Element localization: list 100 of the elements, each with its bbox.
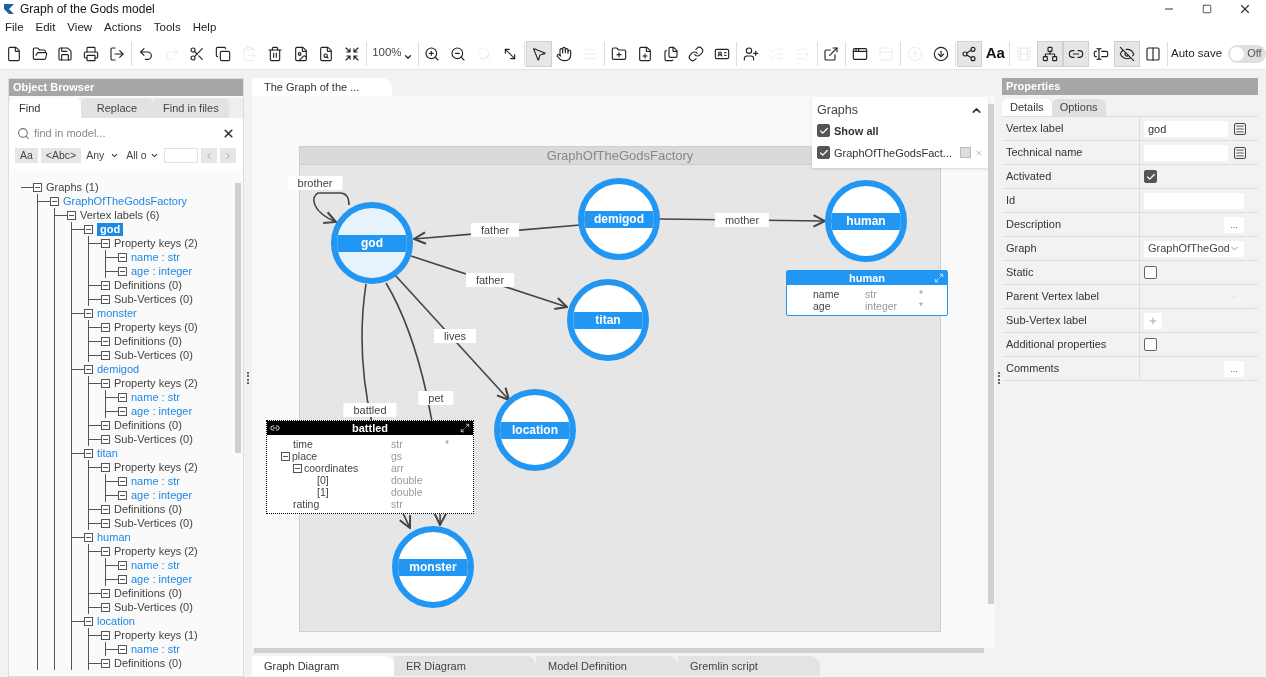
auto-save-toggle[interactable]: Off (1228, 44, 1266, 63)
menu-item[interactable]: Edit (35, 19, 56, 37)
tab[interactable]: ER Diagram (394, 656, 536, 676)
link-button[interactable] (1062, 40, 1089, 67)
tree-item[interactable]: Property keys (2) (114, 376, 198, 390)
tab[interactable]: Find in files (153, 98, 229, 118)
collapse-icon[interactable] (50, 196, 59, 206)
collapse-icon[interactable] (101, 378, 110, 388)
collapse-icon[interactable] (84, 364, 93, 374)
collapse-icon[interactable] (101, 658, 110, 668)
tree-item[interactable]: Sub-Vertices (0) (114, 516, 193, 530)
collapse-icon[interactable] (118, 490, 127, 500)
collapse-icon[interactable] (84, 308, 93, 318)
color-swatch[interactable] (960, 147, 972, 159)
collapse-icon[interactable] (84, 448, 93, 458)
tree-item[interactable]: name : str (131, 390, 180, 404)
tab[interactable]: Gremlin script (678, 656, 820, 676)
collapse-icon[interactable] (101, 280, 110, 290)
tab[interactable]: Replace (81, 98, 153, 118)
tab[interactable]: Find (9, 98, 81, 118)
tree-item[interactable]: Definitions (0) (114, 502, 182, 516)
tree-item[interactable]: titan (97, 446, 118, 460)
tree-item[interactable]: Graphs (1) (46, 180, 99, 194)
tree-item[interactable]: name : str (131, 474, 180, 488)
collapse-icon[interactable] (101, 630, 110, 640)
collapse-icon[interactable] (67, 210, 76, 220)
tree-item[interactable]: Definitions (0) (114, 278, 182, 292)
menu-item[interactable]: Tools (153, 19, 181, 37)
tree-item[interactable]: Sub-Vertices (0) (114, 600, 193, 614)
menu-icon[interactable] (1234, 146, 1246, 159)
scrollbar[interactable] (254, 648, 984, 653)
tree-item[interactable]: demigod (97, 362, 140, 376)
tab[interactable]: Model Definition (536, 656, 678, 676)
checkbox[interactable] (817, 146, 830, 160)
more-button[interactable]: ... (1224, 360, 1244, 377)
eye-off-button[interactable] (1114, 40, 1141, 67)
tree-item[interactable]: god (97, 222, 124, 236)
tree-item[interactable]: name : str (131, 250, 180, 264)
match-toggle[interactable]: Aa (15, 148, 38, 163)
more-button[interactable]: ... (1224, 216, 1244, 233)
tree-item[interactable]: GraphOfTheGodsFactory (63, 194, 188, 208)
collapse-icon[interactable] (101, 294, 110, 304)
tab[interactable]: Details (1002, 99, 1052, 116)
tree-item[interactable]: Sub-Vertices (0) (114, 292, 193, 306)
document-tab[interactable]: The Graph of the ... (252, 78, 392, 96)
collapse-icon[interactable] (101, 504, 110, 514)
menu-icon[interactable] (1234, 122, 1246, 135)
collapse-icon[interactable] (101, 434, 110, 444)
tree-item[interactable]: Sub-Vertices (0) (114, 432, 193, 446)
collapse-icon[interactable] (84, 224, 93, 234)
tree-item[interactable]: Property keys (1) (114, 628, 198, 642)
tree-item[interactable]: age : integer (131, 404, 193, 418)
collapse-icon[interactable] (118, 476, 127, 486)
checkbox[interactable] (1144, 338, 1157, 351)
tree-item[interactable]: Definitions (0) (114, 586, 182, 600)
edge-line[interactable] (312, 192, 350, 224)
tab[interactable]: Graph Diagram (252, 656, 394, 676)
collapse-icon[interactable] (118, 406, 127, 416)
collapse-icon[interactable] (118, 560, 127, 570)
collapse-icon[interactable] (118, 252, 127, 262)
collapse-icon[interactable] (101, 336, 110, 346)
splitter-handle-icon[interactable] (247, 371, 249, 384)
collapse-icon[interactable] (118, 266, 127, 276)
menu-item[interactable]: Actions (104, 19, 142, 37)
tree-item[interactable]: Property keys (2) (114, 544, 198, 558)
collapse-icon[interactable] (101, 420, 110, 430)
edge-label[interactable]: pet (418, 391, 454, 405)
share-button[interactable] (956, 40, 983, 67)
collapse-icon[interactable] (101, 602, 110, 612)
tree-item[interactable]: name : str (131, 558, 180, 572)
tree-item[interactable]: Vertex labels (6) (80, 208, 160, 222)
scrollbar[interactable] (235, 183, 241, 453)
zoom-dropdown[interactable]: 100% (368, 41, 417, 66)
collapse-icon[interactable] (118, 574, 127, 584)
tree-item[interactable]: age : integer (131, 264, 193, 278)
match-toggle[interactable]: <Abc> (40, 148, 82, 163)
collapse-icon[interactable] (281, 451, 290, 461)
tree-item[interactable]: Property keys (0) (114, 320, 198, 334)
collapse-icon[interactable] (101, 546, 110, 556)
select-field[interactable]: GraphOfTheGod (1144, 240, 1244, 257)
tree-item[interactable]: monster (97, 306, 137, 320)
collapse-icon[interactable] (101, 322, 110, 332)
tree-item[interactable]: Sub-Vertices (0) (114, 348, 193, 362)
collapse-icon[interactable] (101, 462, 110, 472)
tree-item[interactable]: Property keys (2) (114, 460, 198, 474)
edge-label[interactable]: brother (287, 176, 343, 190)
tree-item[interactable]: age : integer (131, 572, 193, 586)
splitter-handle-icon[interactable] (997, 371, 1000, 384)
tab[interactable]: Options (1051, 99, 1106, 116)
edge-label[interactable]: father (470, 223, 520, 237)
network-button[interactable] (1036, 40, 1063, 67)
checkbox[interactable] (817, 124, 830, 138)
search-input[interactable]: find in model... (34, 124, 220, 142)
collapse-icon[interactable] (33, 182, 42, 192)
edge-label[interactable]: lives (434, 329, 476, 343)
collapse-icon[interactable] (293, 463, 302, 473)
collapse-icon[interactable] (101, 588, 110, 598)
tree-item[interactable]: age : integer (131, 488, 193, 502)
scrollbar[interactable] (988, 104, 994, 604)
tree-item[interactable]: human (97, 530, 131, 544)
